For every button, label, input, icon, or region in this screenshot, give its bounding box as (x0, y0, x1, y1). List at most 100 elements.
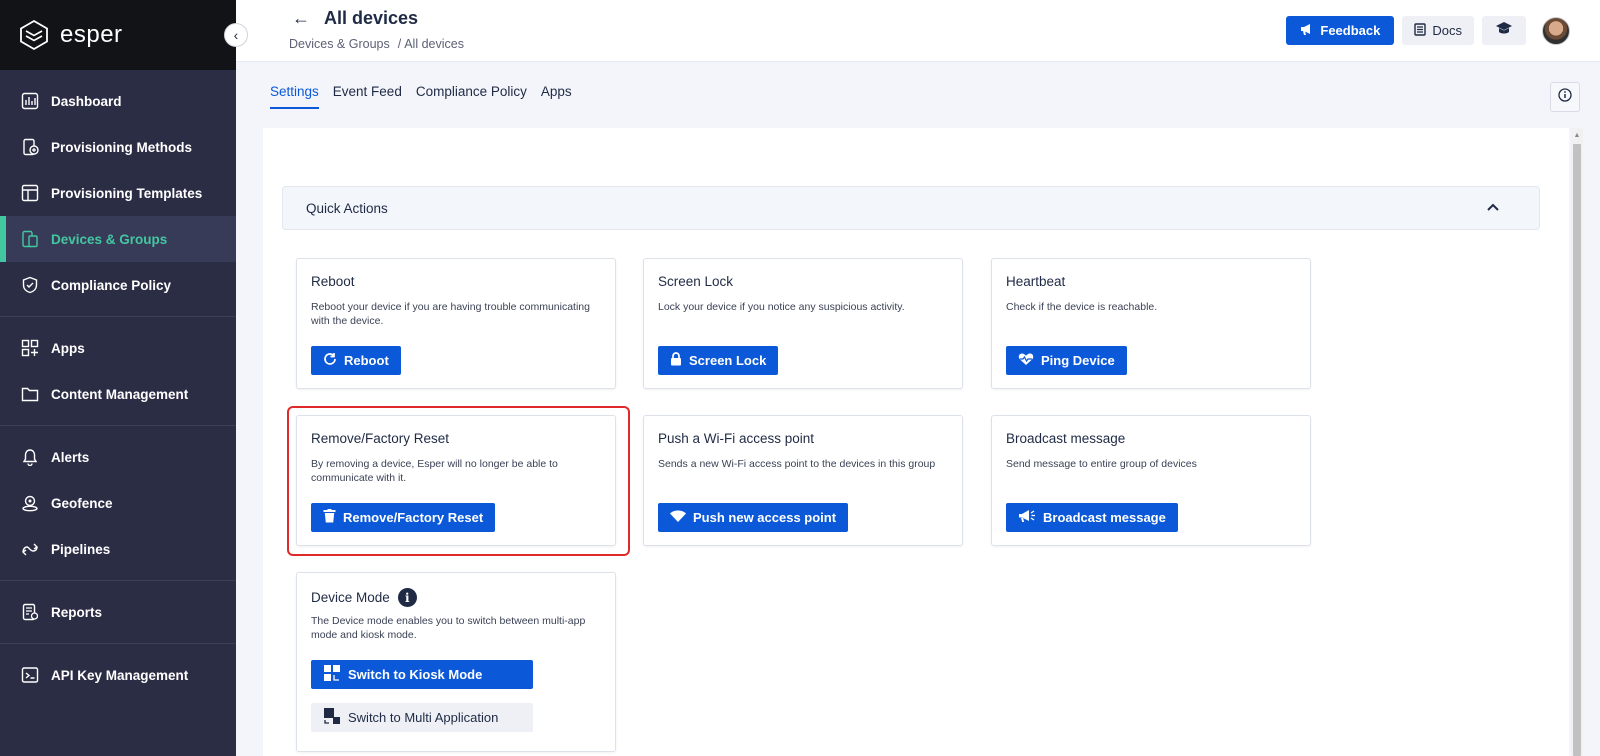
bell-icon (20, 447, 40, 467)
shield-icon (20, 275, 40, 295)
folder-icon (20, 384, 40, 404)
provisioning-templates-icon (20, 183, 40, 203)
feedback-button[interactable]: Feedback (1286, 16, 1395, 45)
sidebar-item-label: Content Management (51, 386, 189, 402)
wifi-access-point-card: Push a Wi-Fi access point Sends a new Wi… (643, 415, 963, 546)
refresh-icon (323, 352, 337, 369)
geofence-icon (20, 493, 40, 513)
broadcast-message-button-label: Broadcast message (1043, 510, 1166, 525)
reports-icon (20, 602, 40, 622)
sidebar-item-label: Provisioning Methods (51, 139, 193, 155)
reboot-button-label: Reboot (344, 353, 389, 368)
terminal-icon (20, 665, 40, 685)
esper-logo-icon (18, 19, 50, 51)
ping-device-button-label: Ping Device (1041, 353, 1115, 368)
brand[interactable]: esper ‹ (0, 0, 248, 70)
switch-to-multi-application-button[interactable]: Switch to Multi Application (311, 703, 533, 732)
kiosk-mode-button-label: Switch to Kiosk Mode (348, 667, 483, 682)
info-icon[interactable]: i (397, 588, 417, 607)
sidebar-item-label: Apps (51, 340, 85, 356)
sidebar-item-apps[interactable]: Apps (0, 325, 236, 371)
broadcast-message-button[interactable]: Broadcast message (1006, 503, 1178, 532)
card-title: Heartbeat (1006, 274, 1066, 289)
nav-group-apps: Apps Content Management (0, 317, 236, 426)
user-avatar[interactable] (1542, 16, 1570, 45)
ping-device-button[interactable]: Ping Device (1006, 346, 1127, 375)
sidebar-item-reports[interactable]: Reports (0, 589, 236, 635)
tab-settings[interactable]: Settings (270, 84, 319, 109)
sidebar-item-alerts[interactable]: Alerts (0, 434, 236, 480)
apps-icon (20, 338, 40, 358)
sidebar-item-provisioning-templates[interactable]: Provisioning Templates (0, 170, 236, 216)
collapse-sidebar-button[interactable]: ‹ (224, 23, 248, 47)
sidebar-item-devices-groups[interactable]: Devices & Groups (0, 216, 236, 262)
card-title: Reboot (311, 274, 355, 289)
sidebar-item-dashboard[interactable]: Dashboard (0, 78, 236, 124)
card-description: Check if the device is reachable. (1006, 301, 1158, 313)
sidebar-item-geofence[interactable]: Geofence (0, 480, 236, 526)
reboot-button[interactable]: Reboot (311, 346, 401, 375)
docs-button[interactable]: Docs (1402, 16, 1474, 45)
screen-lock-button[interactable]: Screen Lock (658, 346, 779, 375)
tab-event-feed[interactable]: Event Feed (333, 84, 402, 109)
breadcrumb-link-devices-groups[interactable]: Devices & Groups (289, 37, 390, 51)
tab-apps[interactable]: Apps (541, 84, 572, 109)
provisioning-methods-icon (20, 137, 40, 157)
info-button[interactable] (1550, 82, 1580, 112)
sidebar-item-api-key-management[interactable]: API Key Management (0, 652, 236, 698)
quick-actions-header[interactable]: Quick Actions (282, 186, 1540, 230)
sidebar-item-label: Pipelines (51, 541, 111, 557)
card-description: Lock your device if you notice any suspi… (658, 301, 905, 313)
card-title: Screen Lock (658, 274, 734, 289)
card-description: Reboot your device if you are having tro… (311, 301, 590, 327)
sidebar-item-pipelines[interactable]: Pipelines (0, 526, 236, 572)
screen-lock-button-label: Screen Lock (689, 353, 767, 368)
device-mode-title: Device Mode (311, 590, 390, 605)
vertical-scrollbar[interactable]: ▲ (1571, 128, 1583, 756)
header-actions: Feedback Docs (1286, 16, 1570, 45)
devices-groups-icon (20, 229, 40, 249)
card-title: Device Mode i (311, 588, 417, 607)
sidebar-item-label: Devices & Groups (51, 231, 168, 247)
card-title: Push a Wi-Fi access point (658, 431, 815, 446)
back-arrow-icon[interactable]: ← (292, 8, 310, 29)
scroll-up-icon[interactable]: ▲ (1571, 128, 1583, 142)
academy-button[interactable] (1482, 16, 1526, 45)
feedback-label: Feedback (1320, 23, 1381, 38)
highlight-outline (287, 406, 630, 556)
device-tabs: Settings Event Feed Compliance Policy Ap… (270, 84, 572, 109)
multi-app-button-label: Switch to Multi Application (348, 710, 499, 725)
tab-compliance-policy[interactable]: Compliance Policy (416, 84, 527, 109)
top-header: ← All devices Devices & Groups / All devic… (236, 0, 1600, 62)
heartbeat-card: Heartbeat Check if the device is reachab… (991, 258, 1311, 389)
sidebar-item-label: Alerts (51, 449, 90, 465)
sidebar-item-label: Geofence (51, 495, 113, 511)
scrollbar-thumb[interactable] (1573, 144, 1581, 756)
broadcast-message-card: Broadcast message Send message to entire… (991, 415, 1311, 546)
nav-group-api: API Key Management (0, 644, 236, 706)
breadcrumb-separator: / (397, 37, 402, 51)
device-mode-card: Device Mode i The Device mode enables yo… (296, 572, 616, 752)
sidebar-item-label: Compliance Policy (51, 277, 172, 293)
wifi-icon (670, 510, 686, 525)
card-description: The Device mode enables you to switch be… (311, 615, 586, 641)
reboot-card: Reboot Reboot your device if you are hav… (296, 258, 616, 389)
breadcrumb: Devices & Groups / All devices (289, 37, 464, 51)
card-description: Send message to entire group of devices (1006, 458, 1197, 470)
nav-group-monitoring: Alerts Geofence Pipelines (0, 426, 236, 581)
sidebar-item-provisioning-methods[interactable]: Provisioning Methods (0, 124, 236, 170)
push-new-access-point-button[interactable]: Push new access point (658, 503, 849, 532)
switch-to-kiosk-mode-button[interactable]: Switch to Kiosk Mode (311, 660, 533, 689)
sidebar-item-compliance-policy[interactable]: Compliance Policy (0, 262, 236, 308)
chevron-up-icon[interactable] (1487, 198, 1499, 214)
graduation-cap-icon (1495, 21, 1513, 40)
heartbeat-icon (1018, 352, 1034, 369)
sidebar-item-content-management[interactable]: Content Management (0, 371, 236, 417)
nav-group-main: Dashboard Provisioning Methods Provision… (0, 70, 236, 317)
sidebar-item-label: Provisioning Templates (51, 185, 203, 201)
megaphone-icon (1018, 509, 1036, 526)
push-new-access-point-button-label: Push new access point (693, 510, 837, 525)
multi-app-mode-icon (323, 707, 341, 728)
lock-icon (670, 352, 682, 369)
card-description: Sends a new Wi-Fi access point to the de… (658, 458, 936, 470)
